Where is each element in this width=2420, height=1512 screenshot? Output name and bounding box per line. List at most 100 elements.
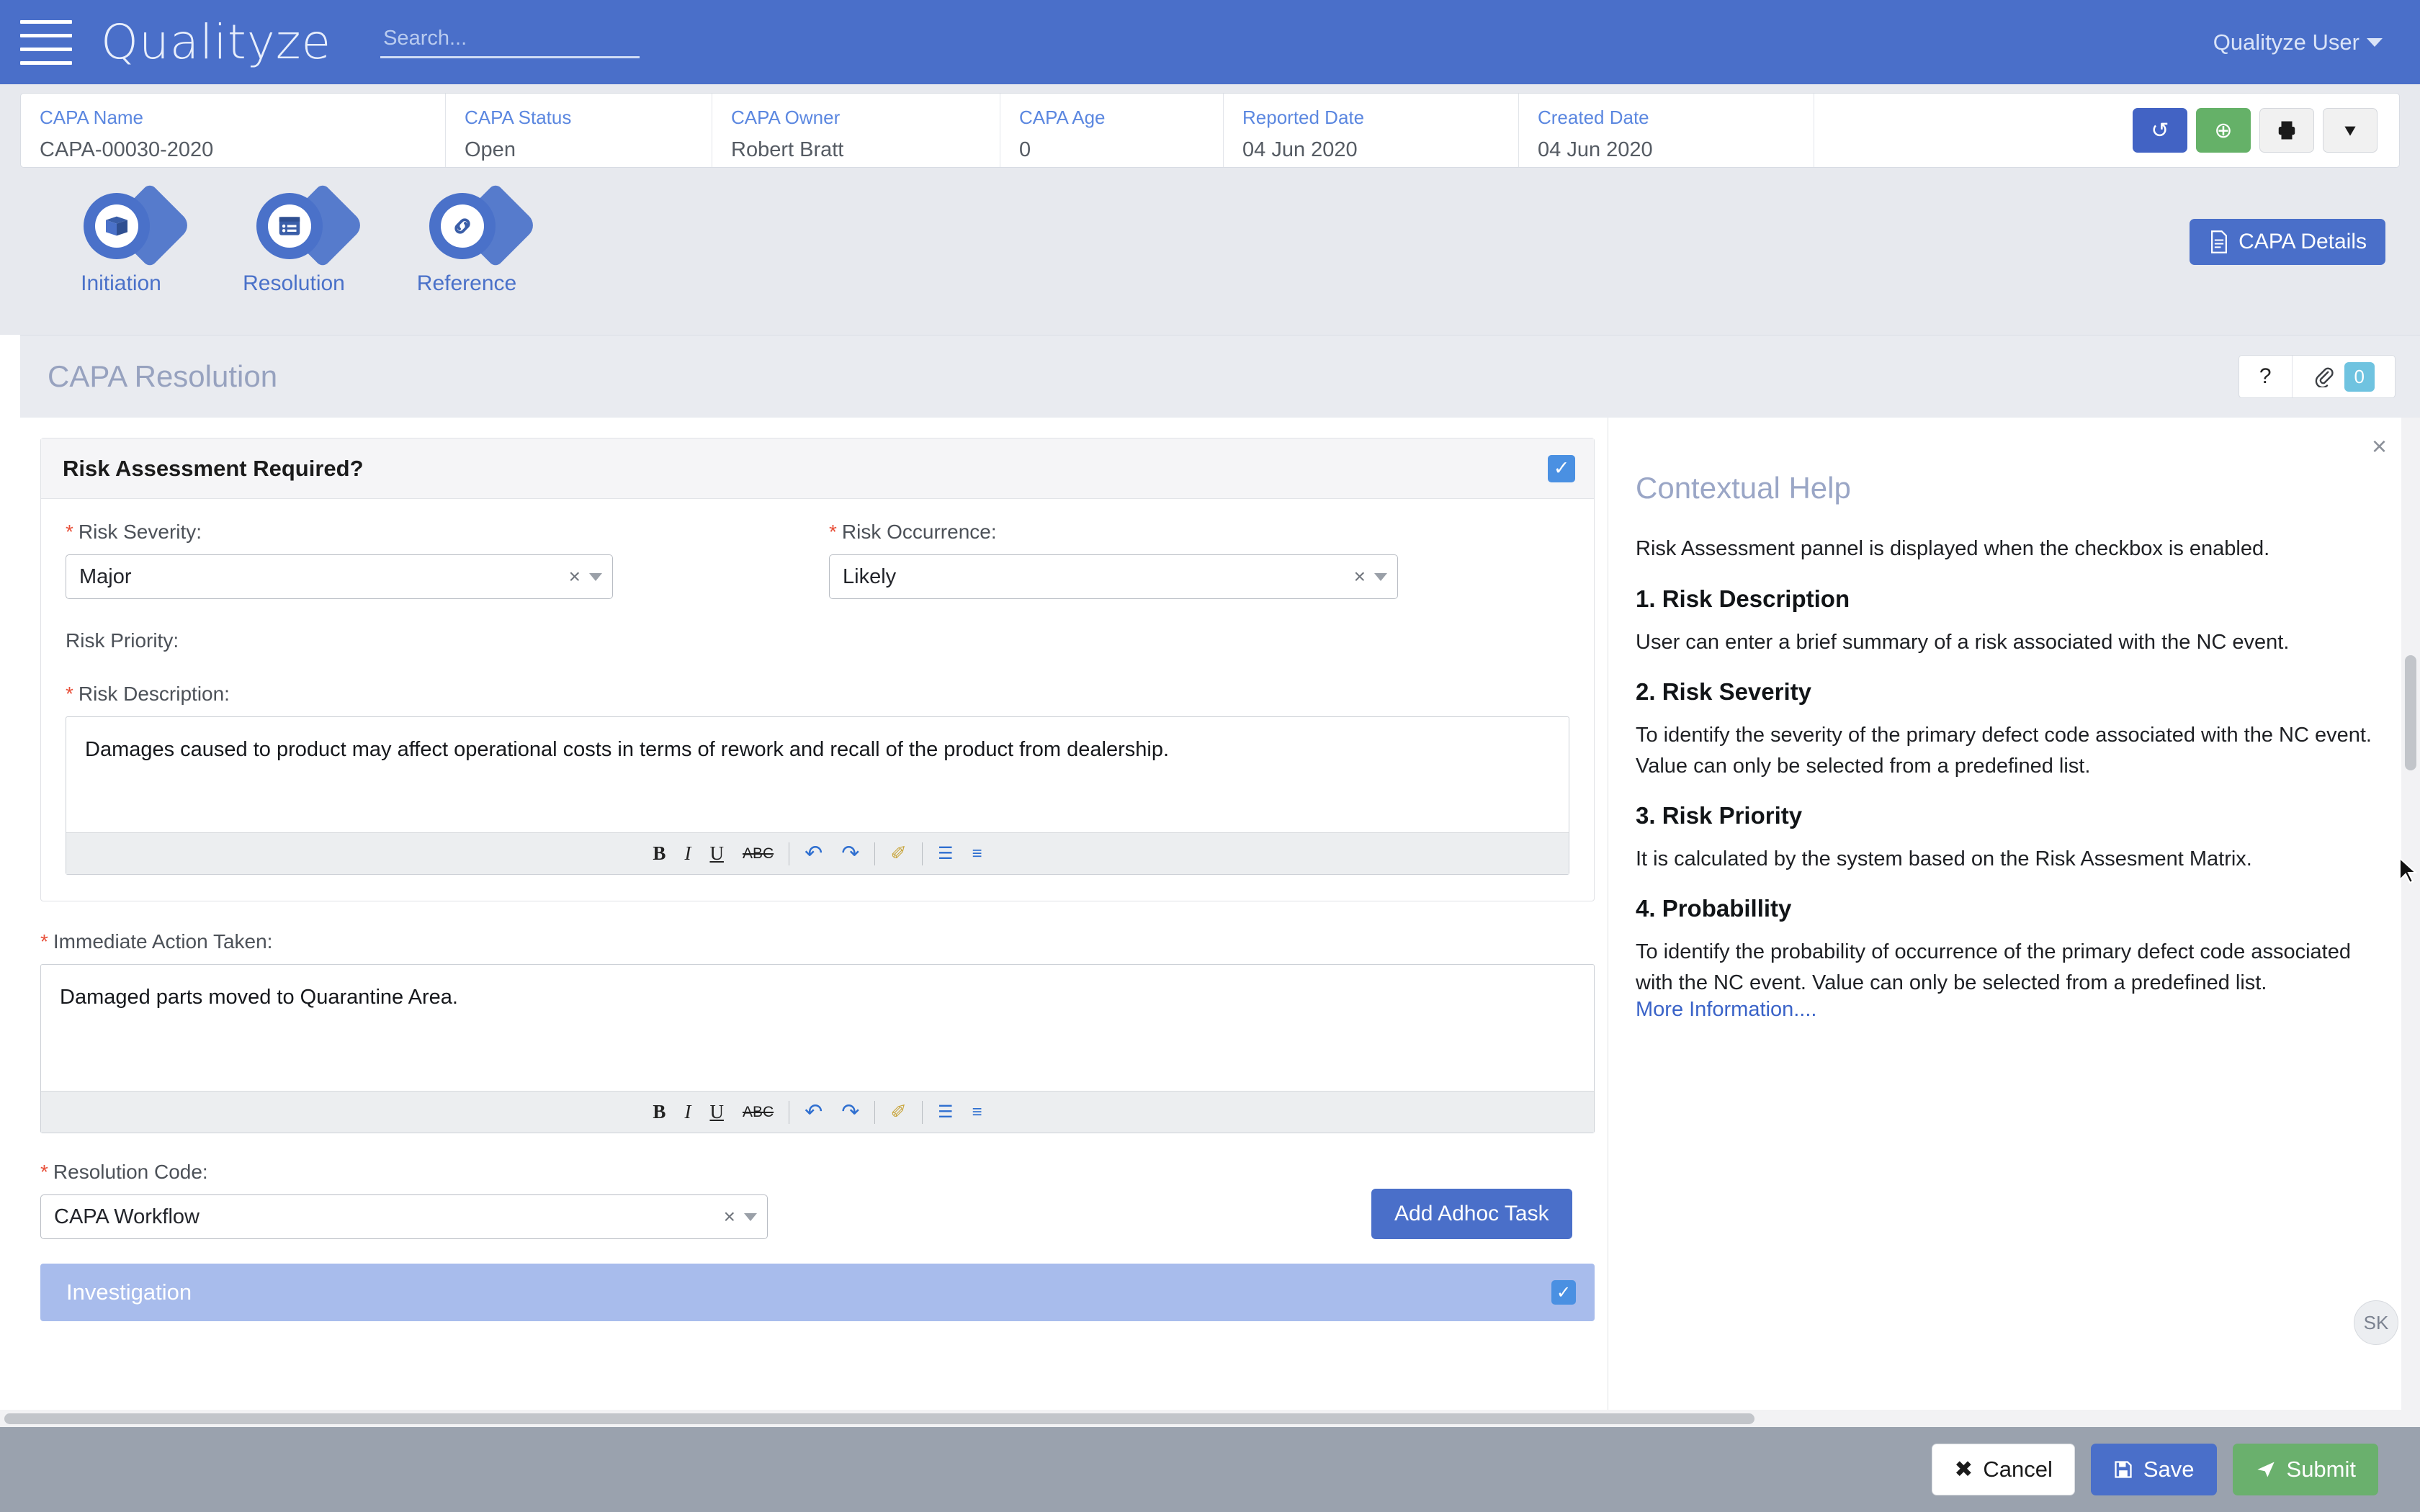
- required-asterisk: *: [40, 930, 48, 953]
- attachments-button[interactable]: 0: [2293, 356, 2395, 397]
- avatar[interactable]: SK: [2354, 1300, 2398, 1345]
- icon-inner-circle: [440, 204, 484, 248]
- field-value: CAPA-00030-2020: [40, 138, 214, 161]
- tab-reference[interactable]: Reference: [409, 182, 538, 296]
- bullet-list-icon[interactable]: ☰: [928, 840, 963, 868]
- underline-icon[interactable]: U: [700, 840, 733, 868]
- add-button[interactable]: ⊕: [2196, 108, 2251, 153]
- resolution-code-label-text: Resolution Code:: [53, 1161, 208, 1183]
- risk-severity-field: * Risk Severity: Major ×: [66, 521, 613, 599]
- search-input[interactable]: [380, 20, 640, 58]
- risk-assessment-checkbox[interactable]: ✓: [1548, 454, 1575, 482]
- user-menu[interactable]: Qualityze User: [2213, 30, 2383, 55]
- floppy-disk-icon: [2115, 1461, 2132, 1478]
- underline-icon[interactable]: U: [700, 1098, 733, 1127]
- submit-label: Submit: [2286, 1457, 2356, 1482]
- submit-button[interactable]: Submit: [2232, 1444, 2378, 1495]
- field-value: 04 Jun 2020: [1242, 138, 1358, 161]
- bold-icon[interactable]: B: [643, 1098, 675, 1127]
- clear-selection-icon[interactable]: ×: [720, 1205, 744, 1228]
- scrollbar-thumb[interactable]: [4, 1413, 1754, 1424]
- redo-icon[interactable]: ↷: [832, 1098, 869, 1127]
- risk-description-textarea[interactable]: Damages caused to product may affect ope…: [66, 717, 1569, 832]
- risk-severity-label-text: Risk Severity:: [78, 521, 202, 543]
- vertical-scrollbar[interactable]: [2401, 418, 2420, 1440]
- immediate-action-toolbar: B I U ABC ↶ ↷ ✐ ☰ ≡: [41, 1091, 1594, 1133]
- help-section-body: To identify the severity of the primary …: [1636, 723, 2372, 778]
- numbered-list-icon[interactable]: ≡: [963, 1098, 992, 1127]
- clear-selection-icon[interactable]: ×: [565, 565, 589, 588]
- bullet-list-icon[interactable]: ☰: [928, 1098, 963, 1127]
- chevron-down-icon: [2367, 37, 2383, 47]
- help-section-heading: 4. Probabillity: [1636, 894, 1792, 922]
- close-help-icon[interactable]: ×: [2372, 433, 2387, 459]
- resolution-code-select[interactable]: CAPA Workflow ×: [40, 1194, 768, 1239]
- investigation-checkbox[interactable]: ✓: [1551, 1280, 1576, 1305]
- help-section: 4. Probabillity To identify the probabil…: [1636, 895, 2393, 999]
- toolbar-separator: [922, 842, 923, 865]
- immediate-action-label: * Immediate Action Taken:: [40, 930, 1595, 953]
- investigation-section-header[interactable]: Investigation ✓: [40, 1264, 1595, 1321]
- undo-icon[interactable]: ↶: [795, 840, 832, 868]
- section-header: CAPA Resolution ? 0: [20, 335, 2420, 418]
- plus-circle-icon: ⊕: [2214, 118, 2233, 143]
- record-summary-zone: CAPA Name CAPA-00030-2020 CAPA Status Op…: [0, 84, 2420, 174]
- resolution-code-value: CAPA Workflow: [54, 1205, 200, 1228]
- immediate-action-textarea[interactable]: Damaged parts moved to Quarantine Area.: [41, 965, 1594, 1091]
- capa-details-label: CAPA Details: [2238, 230, 2367, 253]
- undo-icon[interactable]: ↶: [795, 1098, 832, 1127]
- help-section-body: To identify the probability of occurrenc…: [1636, 940, 2351, 994]
- risk-description-label-text: Risk Description:: [78, 683, 230, 705]
- risk-assessment-header: Risk Assessment Required? ✓: [41, 438, 1594, 499]
- resolution-code-label: * Resolution Code:: [40, 1161, 768, 1184]
- chain-glyph: [454, 218, 470, 234]
- risk-occurrence-select[interactable]: Likely ×: [829, 554, 1398, 599]
- application-window: Qualityze Qualityze User CAPA Name CAPA-…: [0, 0, 2420, 1512]
- redo-icon[interactable]: ↷: [832, 840, 869, 868]
- tab-label: Reference: [416, 271, 517, 295]
- more-options-button[interactable]: [2323, 108, 2378, 153]
- horizontal-scrollbar[interactable]: [0, 1410, 2420, 1427]
- check-icon: ✓: [1556, 1282, 1572, 1302]
- strikethrough-icon[interactable]: ABC: [733, 1098, 783, 1127]
- field-label: Created Date: [1538, 107, 1649, 128]
- immediate-action-label-text: Immediate Action Taken:: [53, 930, 273, 953]
- capa-details-button[interactable]: CAPA Details: [2190, 219, 2385, 265]
- tab-initiation[interactable]: Initiation: [63, 182, 192, 296]
- italic-icon[interactable]: I: [675, 1098, 700, 1127]
- top-navigation-bar: Qualityze Qualityze User: [0, 0, 2420, 84]
- hamburger-menu-icon[interactable]: [20, 19, 72, 65]
- required-asterisk: *: [40, 1161, 48, 1183]
- contextual-help-pane: × Contextual Help Risk Assessment pannel…: [1608, 418, 2420, 1440]
- field-capa-status: CAPA Status Open: [446, 94, 712, 167]
- toolbar-separator: [922, 1100, 923, 1124]
- risk-severity-select[interactable]: Major ×: [66, 554, 613, 599]
- numbered-list-icon[interactable]: ≡: [963, 840, 992, 868]
- clear-format-icon[interactable]: ✐: [881, 840, 916, 868]
- strikethrough-icon[interactable]: ABC: [733, 840, 783, 868]
- field-created-date: Created Date 04 Jun 2020: [1519, 94, 1814, 167]
- scrollbar-thumb[interactable]: [2405, 655, 2416, 770]
- tab-resolution[interactable]: Resolution: [236, 182, 365, 296]
- italic-icon[interactable]: I: [675, 840, 700, 868]
- toolbar-separator: [874, 842, 876, 865]
- bold-icon[interactable]: B: [643, 840, 675, 868]
- add-adhoc-task-button[interactable]: Add Adhoc Task: [1371, 1189, 1572, 1239]
- risk-occurrence-label-text: Risk Occurrence:: [841, 521, 997, 543]
- history-button[interactable]: ↺: [2133, 108, 2187, 153]
- clear-selection-icon[interactable]: ×: [1350, 565, 1374, 588]
- save-button[interactable]: Save: [2090, 1444, 2217, 1495]
- record-summary-bar: CAPA Name CAPA-00030-2020 CAPA Status Op…: [20, 93, 2400, 168]
- help-button[interactable]: ?: [2239, 356, 2293, 397]
- cancel-button[interactable]: ✖ Cancel: [1932, 1444, 2075, 1495]
- risk-description-label: * Risk Description:: [66, 683, 1569, 706]
- page-title: CAPA Resolution: [48, 359, 278, 393]
- risk-description-toolbar: B I U ABC ↶ ↷ ✐ ☰ ≡: [66, 832, 1569, 874]
- field-label: CAPA Status: [465, 107, 572, 128]
- clear-format-icon[interactable]: ✐: [881, 1098, 916, 1127]
- more-information-link[interactable]: More Information....: [1636, 998, 1816, 1021]
- print-button[interactable]: [2259, 108, 2314, 153]
- tab-icon-wrapper: [256, 182, 365, 269]
- chevron-down-icon: [744, 1212, 757, 1221]
- package-initiation-icon: [83, 193, 150, 259]
